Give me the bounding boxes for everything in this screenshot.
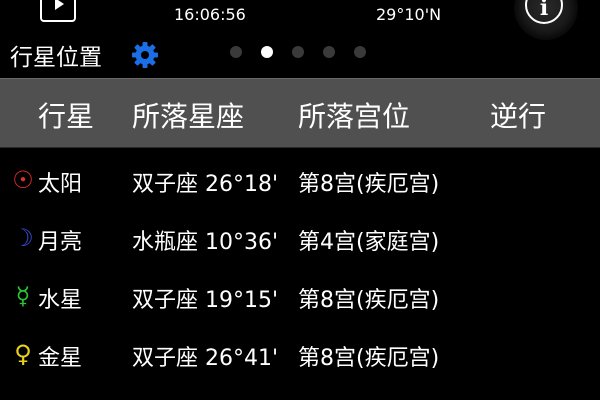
planet-sign: 水瓶座 10°36' <box>132 230 279 255</box>
planet-name: 水星 <box>38 288 83 313</box>
table-row[interactable]: ☽ 月亮 水瓶座 10°36' 第4宫(家庭宫) <box>0 210 600 268</box>
current-time: 16:06:56 <box>174 5 246 24</box>
info-icon: i <box>539 0 549 21</box>
play-icon <box>55 0 64 10</box>
planet-house: 第8宫(疾厄宫) <box>298 288 440 313</box>
planet-sign: 双子座 19°15' <box>132 288 279 313</box>
table-row[interactable]: ♀ 金星 双子座 26°41' 第8宫(疾厄宫) <box>0 326 600 384</box>
page-dot[interactable] <box>323 46 335 58</box>
section-title: 行星位置 <box>10 45 102 71</box>
moon-icon: ☽ <box>12 224 34 252</box>
table-header: 行星 所落星座 所落宫位 逆行 <box>0 78 600 148</box>
table-row[interactable]: ☉ 太阳 双子座 26°18' 第8宫(疾厄宫) <box>0 152 600 210</box>
sun-icon: ☉ <box>12 166 34 194</box>
planet-sign: 双子座 26°41' <box>132 346 279 371</box>
planet-house: 第8宫(疾厄宫) <box>298 346 440 371</box>
gear-icon[interactable] <box>130 40 160 70</box>
table-row[interactable]: ☿ 水星 双子座 19°15' 第8宫(疾厄宫) <box>0 268 600 326</box>
venus-icon: ♀ <box>14 340 32 368</box>
planet-house: 第8宫(疾厄宫) <box>298 172 440 197</box>
play-button[interactable] <box>40 0 76 22</box>
mercury-icon: ☿ <box>15 282 31 310</box>
planet-name: 太阳 <box>38 172 83 197</box>
page-dot[interactable] <box>292 46 304 58</box>
page-dot[interactable] <box>354 46 366 58</box>
planet-name: 月亮 <box>38 230 83 255</box>
header-planet: 行星 <box>38 100 95 133</box>
latitude-readout: 29°10'N <box>376 5 442 24</box>
header-house: 所落宫位 <box>298 100 411 133</box>
page-dot[interactable] <box>230 46 242 58</box>
header-sign: 所落星座 <box>132 100 245 133</box>
planet-name: 金星 <box>38 346 83 371</box>
top-bar: 16:06:56 29°10'N i <box>0 0 600 40</box>
page-dot[interactable] <box>261 46 273 58</box>
planet-house: 第4宫(家庭宫) <box>298 230 440 255</box>
header-retrograde: 逆行 <box>490 100 547 133</box>
planet-sign: 双子座 26°18' <box>132 172 279 197</box>
